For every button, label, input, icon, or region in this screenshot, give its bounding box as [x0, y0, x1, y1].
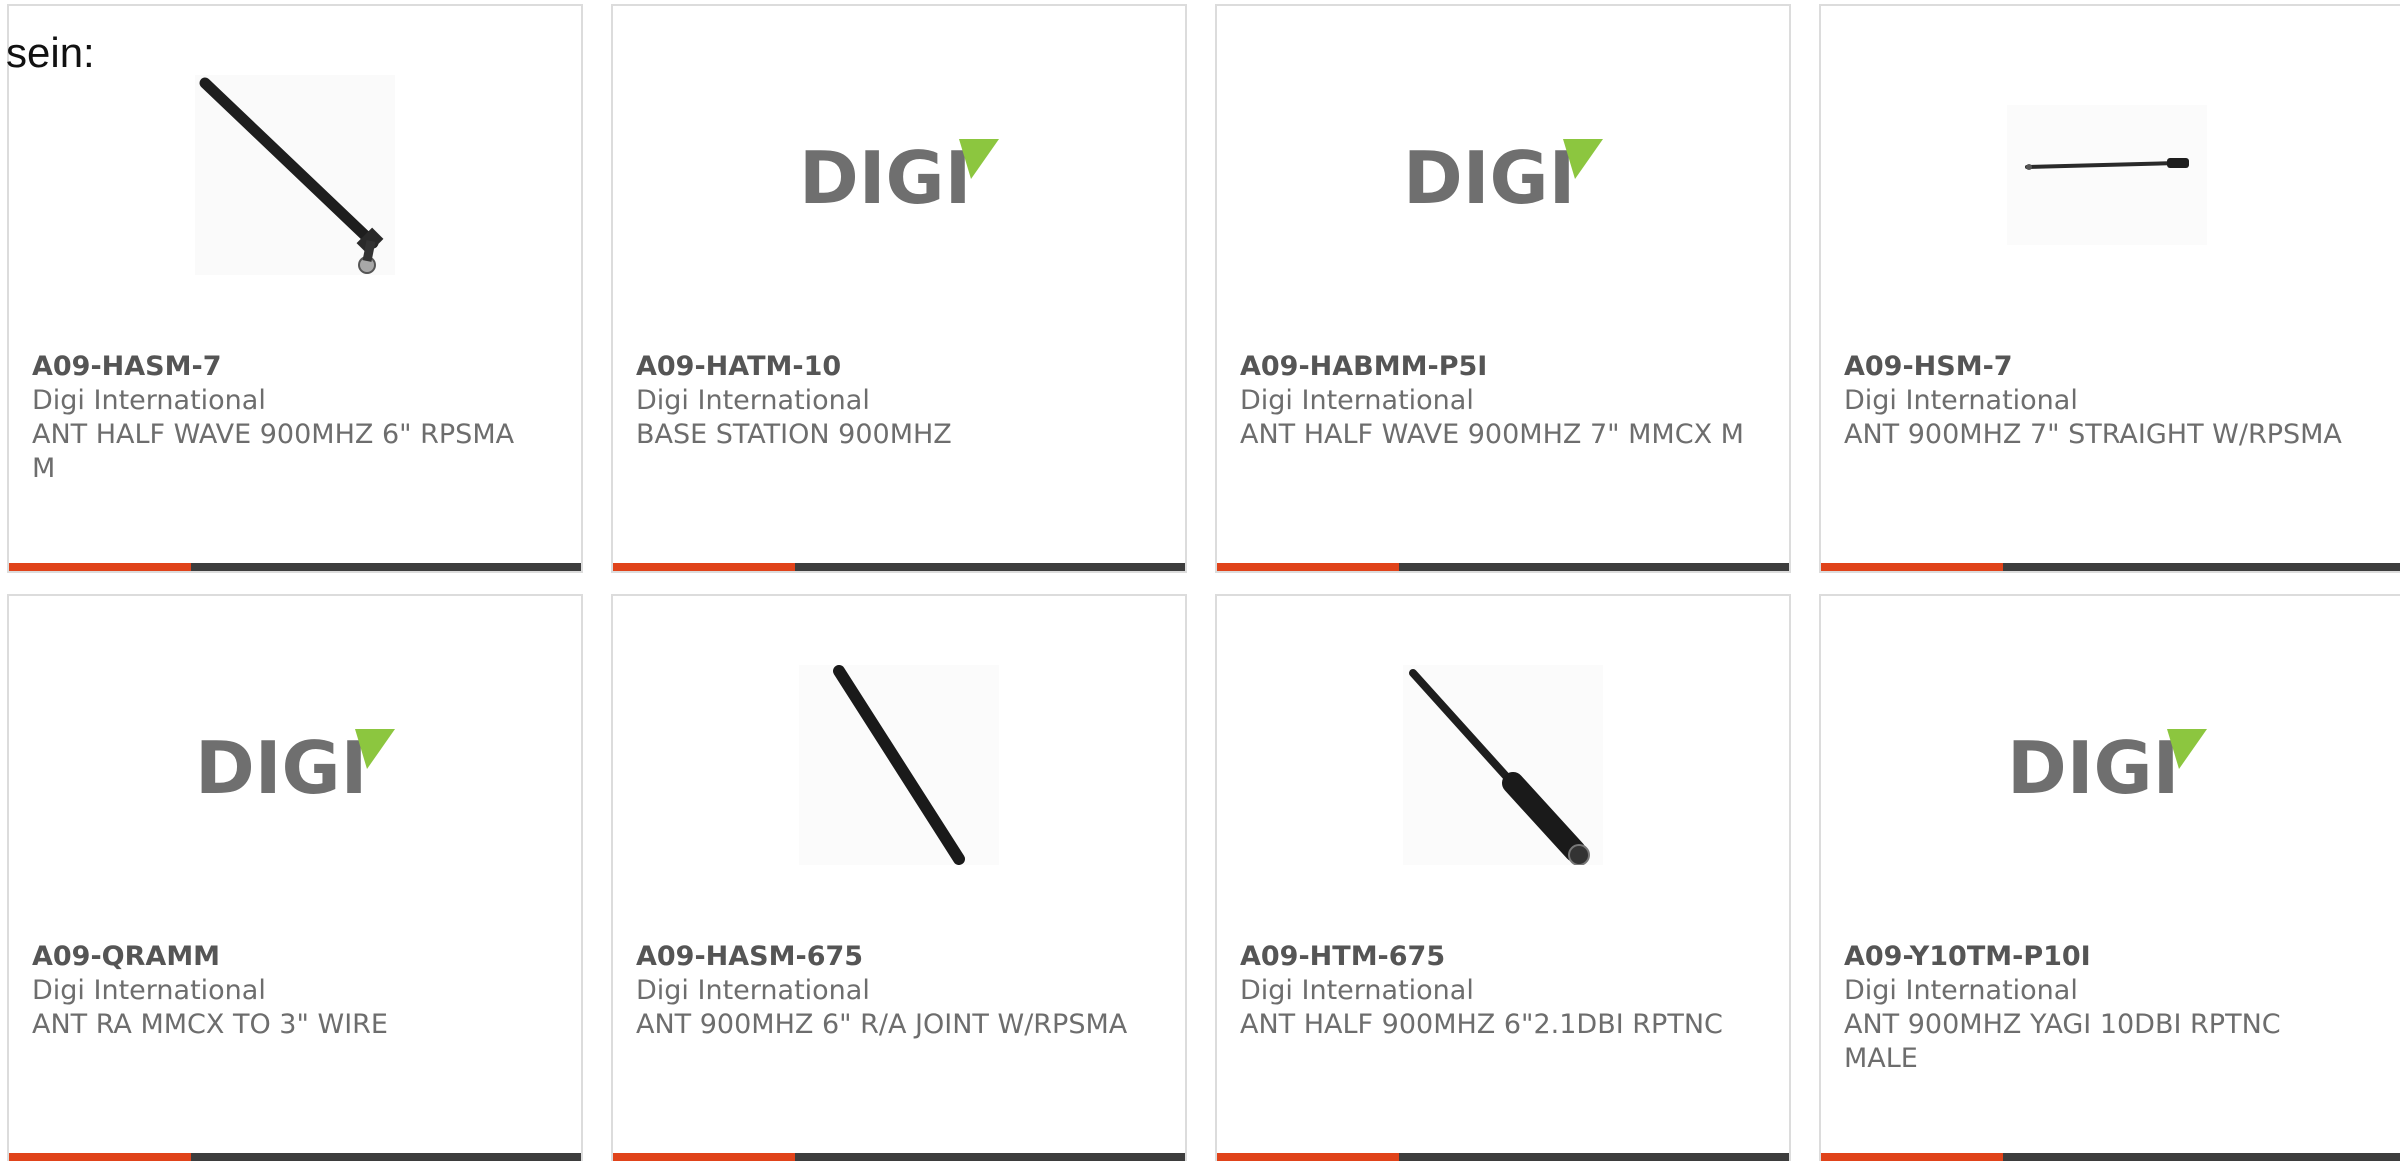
product-description: ANT 900MHZ 6" R/A JOINT W/RPSMA	[636, 1009, 1128, 1040]
antenna-tnc-icon	[1403, 665, 1603, 865]
manufacturer-name: Digi International	[636, 975, 870, 1006]
card-accent-bar	[613, 563, 795, 571]
digi-logo-text: DIGI	[1403, 136, 1575, 215]
card-footer-bar	[613, 563, 1185, 571]
digi-logo: DIGI	[2007, 665, 2207, 865]
product-info: A09-HASM-675 Digi International ANT 900M…	[636, 940, 1145, 1042]
part-number-link[interactable]: A09-HABMM-P5I	[1240, 350, 1749, 384]
manufacturer-name: Digi International	[636, 385, 870, 416]
part-number-link[interactable]: A09-HASM-7	[32, 350, 541, 384]
digi-logo-text: DIGI	[799, 136, 971, 215]
product-info: A09-HTM-675 Digi International ANT HALF …	[1240, 940, 1749, 1042]
product-description: BASE STATION 900MHZ	[636, 419, 952, 450]
card-accent-bar	[9, 1153, 191, 1161]
card-accent-bar	[1217, 1153, 1399, 1161]
card-accent-bar	[1821, 1153, 2003, 1161]
product-info: A09-HASM-7 Digi International ANT HALF W…	[32, 350, 541, 486]
part-number-link[interactable]: A09-Y10TM-P10I	[1844, 940, 2360, 974]
digi-logo-text: DIGI	[2007, 726, 2179, 805]
product-info: A09-HABMM-P5I Digi International ANT HAL…	[1240, 350, 1749, 452]
manufacturer-name: Digi International	[1240, 385, 1474, 416]
part-number-link[interactable]: A09-HASM-675	[636, 940, 1145, 974]
product-description: ANT RA MMCX TO 3" WIRE	[32, 1009, 388, 1040]
product-description: ANT 900MHZ YAGI 10DBI RPTNC MALE	[1844, 1009, 2281, 1074]
antenna-right-angle-icon	[195, 75, 395, 275]
card-accent-bar	[613, 1153, 795, 1161]
card-footer-bar	[1821, 563, 2400, 571]
intro-text: sein:	[6, 29, 95, 76]
product-card[interactable]: A09-HSM-7 Digi International ANT 900MHZ …	[1819, 4, 2400, 573]
product-card[interactable]: DIGI A09-HABMM-P5I Digi International AN…	[1215, 4, 1791, 573]
part-number-link[interactable]: A09-HTM-675	[1240, 940, 1749, 974]
product-card[interactable]: DIGI A09-QRAMM Digi International ANT RA…	[7, 594, 583, 1161]
part-number-link[interactable]: A09-HATM-10	[636, 350, 1145, 384]
digi-logo: DIGI	[799, 75, 999, 275]
product-card[interactable]: A09-HASM-675 Digi International ANT 900M…	[611, 594, 1187, 1161]
manufacturer-name: Digi International	[32, 385, 266, 416]
product-info: A09-HSM-7 Digi International ANT 900MHZ …	[1844, 350, 2360, 452]
part-number-link[interactable]: A09-HSM-7	[1844, 350, 2360, 384]
card-accent-bar	[9, 563, 191, 571]
product-info: A09-Y10TM-P10I Digi International ANT 90…	[1844, 940, 2360, 1076]
product-card[interactable]: DIGI A09-Y10TM-P10I Digi International A…	[1819, 594, 2400, 1161]
digi-logo-text: DIGI	[195, 726, 367, 805]
digi-logo: DIGI	[195, 665, 395, 865]
part-number-link[interactable]: A09-QRAMM	[32, 940, 541, 974]
product-info: A09-HATM-10 Digi International BASE STAT…	[636, 350, 1145, 452]
card-footer-bar	[9, 1153, 581, 1161]
product-info: A09-QRAMM Digi International ANT RA MMCX…	[32, 940, 541, 1042]
card-footer-bar	[1217, 1153, 1789, 1161]
product-card[interactable]: A09-HTM-675 Digi International ANT HALF …	[1215, 594, 1791, 1161]
product-description: ANT HALF 900MHZ 6"2.1DBI RPTNC	[1240, 1009, 1723, 1040]
product-description: ANT HALF WAVE 900MHZ 6" RPSMA M	[32, 419, 515, 484]
manufacturer-name: Digi International	[1844, 975, 2078, 1006]
antenna-diagonal-icon	[799, 665, 999, 865]
card-footer-bar	[613, 1153, 1185, 1161]
card-footer-bar	[1821, 1153, 2400, 1161]
card-footer-bar	[9, 563, 581, 571]
product-description: ANT 900MHZ 7" STRAIGHT W/RPSMA	[1844, 419, 2342, 450]
antenna-straight-icon	[2007, 75, 2207, 275]
product-card[interactable]: DIGI A09-HATM-10 Digi International BASE…	[611, 4, 1187, 573]
product-card[interactable]: A09-HASM-7 Digi International ANT HALF W…	[7, 4, 583, 573]
product-grid-page: sein: A09-HASM-7 Digi International ANT …	[0, 0, 2400, 1161]
manufacturer-name: Digi International	[32, 975, 266, 1006]
card-accent-bar	[1217, 563, 1399, 571]
manufacturer-name: Digi International	[1240, 975, 1474, 1006]
card-footer-bar	[1217, 563, 1789, 571]
product-description: ANT HALF WAVE 900MHZ 7" MMCX M	[1240, 419, 1744, 450]
card-accent-bar	[1821, 563, 2003, 571]
digi-logo: DIGI	[1403, 75, 1603, 275]
manufacturer-name: Digi International	[1844, 385, 2078, 416]
